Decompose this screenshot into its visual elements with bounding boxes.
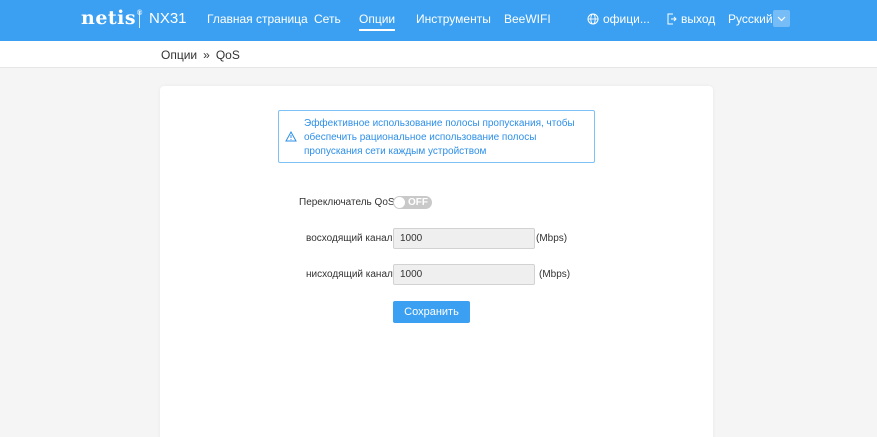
globe-icon <box>587 13 599 25</box>
breadcrumb-separator: » <box>203 48 210 62</box>
top-navbar: netis® NX31 Главная страница Сеть Опции … <box>0 0 877 41</box>
qos-switch-label: Переключатель QoS <box>299 197 395 208</box>
upstream-label: восходящий канал <box>306 233 393 244</box>
breadcrumb: Опции » QoS <box>161 48 240 62</box>
logout-label: выход <box>681 12 716 26</box>
breadcrumb-bar: Опции » QoS <box>0 41 877 68</box>
toggle-knob <box>394 197 405 208</box>
logo-divider <box>139 11 140 28</box>
toggle-state: OFF <box>408 197 428 208</box>
logout-icon <box>667 13 677 25</box>
save-button[interactable]: Сохранить <box>393 301 470 323</box>
qos-toggle[interactable]: OFF <box>393 196 432 209</box>
info-notice: Эффективное использование полосы пропуск… <box>278 110 595 163</box>
language-label[interactable]: Русский <box>728 12 773 26</box>
nav-home[interactable]: Главная страница <box>207 12 308 26</box>
nav-options[interactable]: Опции <box>359 12 396 31</box>
breadcrumb-parent[interactable]: Опции <box>161 48 197 62</box>
official-site-link[interactable]: офици... <box>587 12 650 26</box>
downstream-unit: (Mbps) <box>539 269 571 280</box>
nav-beewifi[interactable]: BeeWIFI <box>504 12 551 26</box>
logout-button[interactable]: выход <box>666 12 715 26</box>
chevron-down-icon <box>777 16 786 21</box>
downstream-label: нисходящий канал <box>306 269 393 280</box>
brand-name: netis <box>81 7 137 29</box>
notice-text: Эффективное использование полосы пропуск… <box>304 118 575 157</box>
upstream-unit: (Mbps) <box>536 233 568 244</box>
official-site-label: офици... <box>603 12 650 26</box>
model-name: NX31 <box>149 10 187 27</box>
nav-tools[interactable]: Инструменты <box>416 12 491 26</box>
warning-icon <box>285 131 297 142</box>
downstream-input[interactable] <box>393 264 535 285</box>
netis-logo[interactable]: netis® <box>81 7 144 29</box>
nav-network[interactable]: Сеть <box>314 12 341 26</box>
upstream-input[interactable] <box>393 228 535 249</box>
language-dropdown[interactable] <box>773 10 790 27</box>
breadcrumb-current: QoS <box>215 48 240 62</box>
